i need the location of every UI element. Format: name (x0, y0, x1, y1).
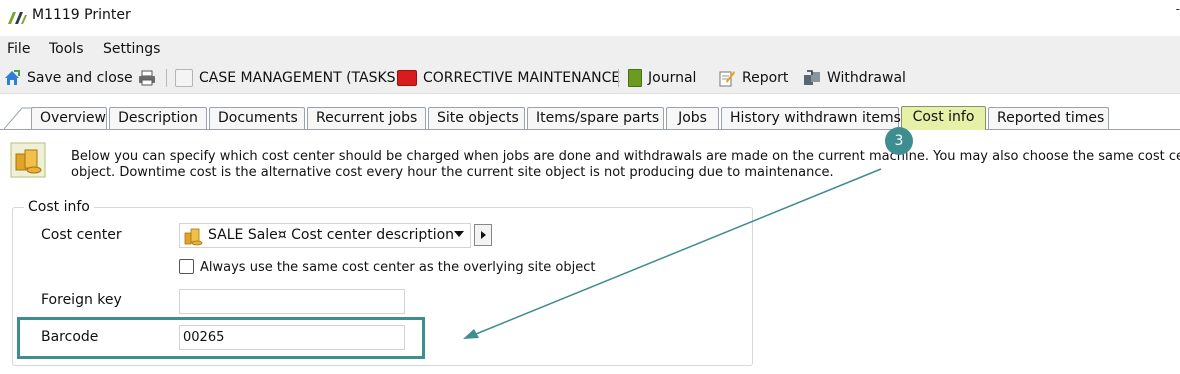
corrective-maintenance-label: CORRECTIVE MAINTENANCE (423, 70, 621, 86)
tab-history-withdrawn-items[interactable]: History withdrawn items (721, 107, 901, 129)
foreign-key-label: Foreign key (41, 292, 122, 308)
save-home-icon (5, 70, 20, 85)
menu-tools[interactable]: Tools (49, 41, 84, 57)
title-bar (0, 0, 1180, 34)
open-cost-center-button[interactable] (474, 224, 492, 246)
tab-cost-info[interactable]: Cost info (901, 106, 986, 130)
tab-items-spare-parts[interactable]: Items/spare parts (527, 107, 664, 129)
foreign-key-input[interactable] (179, 289, 405, 314)
tab-baseline (0, 129, 1180, 130)
toolbar-separator (618, 69, 619, 87)
tab-strip-left-edge (4, 107, 32, 130)
step-number-badge: 3 (885, 127, 913, 155)
cost-info-icon (10, 142, 46, 178)
withdrawal-button[interactable]: Withdrawal (803, 67, 906, 89)
tab-overview[interactable]: Overview (31, 107, 107, 129)
corrective-maintenance-button[interactable]: CORRECTIVE MAINTENANCE (397, 67, 620, 89)
cost-center-value: SALE Sale¤ Cost center description (208, 227, 455, 243)
report-icon (719, 71, 735, 87)
cost-center-label: Cost center (41, 227, 122, 243)
barcode-highlight-frame (17, 317, 425, 359)
toolbar-separator (166, 69, 167, 87)
journal-button[interactable]: Journal (628, 67, 696, 89)
cost-center-icon (184, 228, 203, 246)
minimize-button[interactable]: - (1176, 2, 1180, 16)
tab-recurrent-jobs[interactable]: Recurrent jobs (307, 107, 426, 129)
report-button[interactable]: Report (718, 67, 788, 89)
menu-settings[interactable]: Settings (103, 41, 160, 57)
printer-icon (139, 70, 155, 86)
cost-info-description: Below you can specify which cost center … (71, 149, 1180, 181)
tab-documents[interactable]: Documents (209, 107, 305, 129)
save-and-close-label: Save and close (27, 70, 133, 86)
journal-label: Journal (648, 70, 697, 86)
cost-info-description-line-2: object. Downtime cost is the alternative… (71, 165, 834, 180)
toolbar: Save and close CASE MANAGEMENT (TASKS) C… (0, 62, 1180, 94)
print-button[interactable] (138, 67, 156, 89)
tab-site-objects[interactable]: Site objects (428, 107, 525, 129)
app-logo-icon (8, 12, 27, 24)
tab-jobs[interactable]: Jobs (666, 107, 719, 129)
window-title: M1119 Printer (32, 7, 131, 23)
menu-file[interactable]: File (7, 41, 30, 57)
cost-info-group-title: Cost info (24, 199, 94, 215)
save-and-close-button[interactable]: Save and close (3, 67, 133, 89)
report-label: Report (742, 70, 789, 86)
journal-icon (628, 69, 642, 87)
corrective-maintenance-icon (397, 70, 417, 86)
same-cost-center-checkbox-label[interactable]: Always use the same cost center as the o… (200, 260, 595, 275)
menu-bar: File Tools Settings (0, 36, 1180, 62)
chevron-down-icon[interactable] (454, 231, 464, 237)
same-cost-center-checkbox[interactable] (179, 259, 194, 274)
cost-info-description-line-1: Below you can specify which cost center … (71, 149, 1180, 164)
withdrawal-icon (804, 70, 820, 85)
withdrawal-label: Withdrawal (827, 70, 906, 86)
case-management-icon (175, 69, 193, 87)
case-management-button[interactable]: CASE MANAGEMENT (TASKS) (175, 67, 401, 89)
case-management-label: CASE MANAGEMENT (TASKS) (199, 70, 402, 86)
tab-description[interactable]: Description (109, 107, 207, 129)
tab-reported-times[interactable]: Reported times (988, 107, 1109, 129)
